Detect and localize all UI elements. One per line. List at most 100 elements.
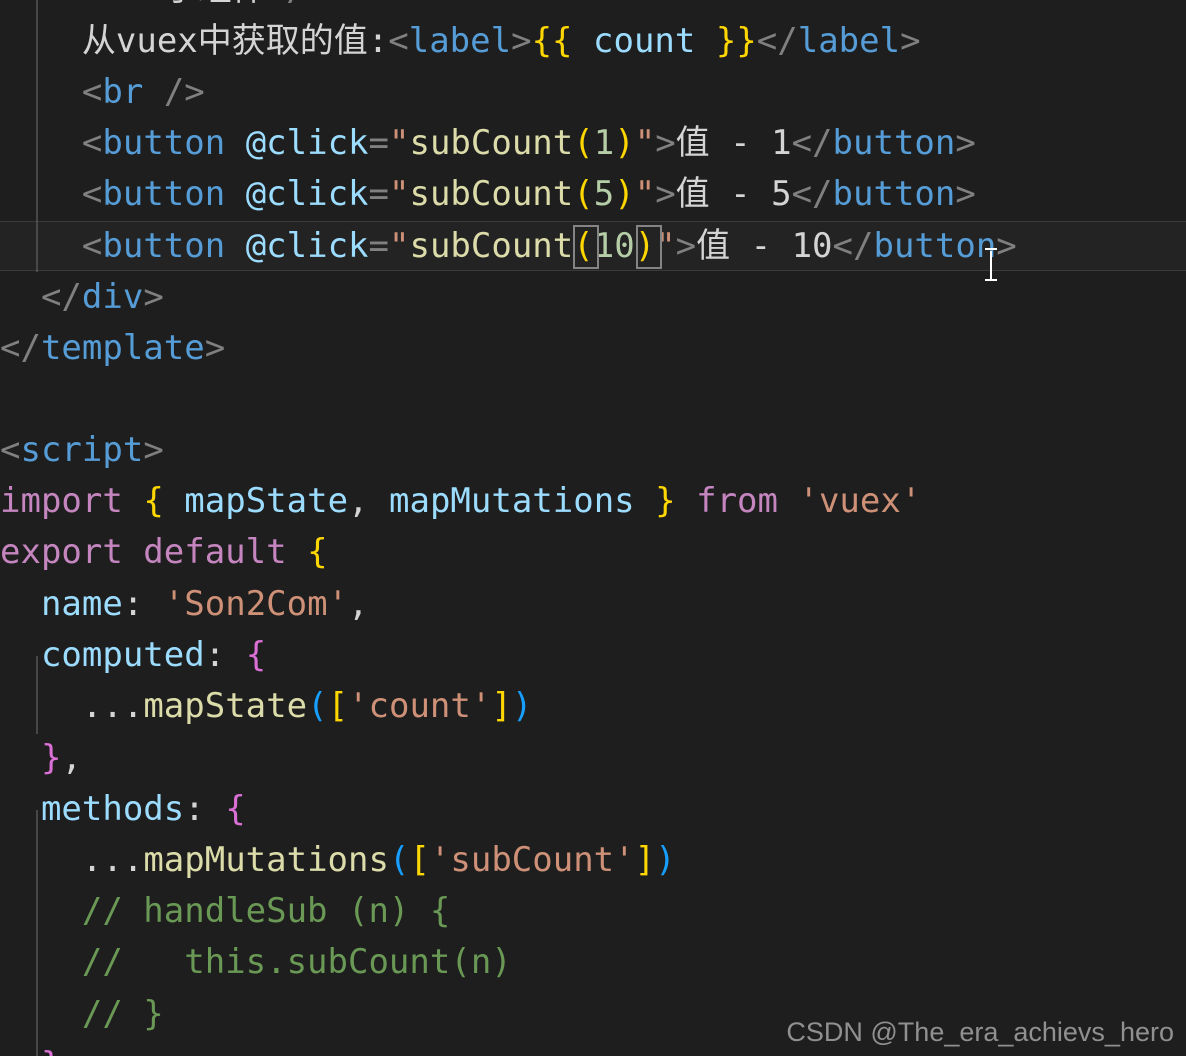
code-token: " <box>389 226 410 266</box>
line-close-computed[interactable]: }, <box>0 733 1186 784</box>
code-token: button <box>832 123 956 163</box>
code-token: button <box>102 123 226 163</box>
line-comment-handlesub[interactable]: // handleSub (n) { <box>0 886 1186 937</box>
code-token: </ <box>266 0 307 15</box>
code-token: < <box>82 0 102 15</box>
code-token: < <box>81 123 103 163</box>
code-token: button <box>102 174 226 214</box>
code-token: // this.subCount(n) <box>81 942 512 982</box>
code-token: 5 <box>771 174 792 214</box>
code-editor[interactable]: <h2>子组件</h2> 从vuex中获取的值:<label>{{ count … <box>0 0 1186 1056</box>
code-token: h2 <box>102 0 143 15</box>
line-name[interactable]: name: 'Son2Com', <box>0 579 1186 630</box>
line-br[interactable]: <br /> <box>0 67 1186 118</box>
code-token: button <box>873 226 997 266</box>
code-token: > <box>675 226 697 266</box>
line-button-5[interactable]: <button @click="subCount(5)">值 - 5</butt… <box>0 169 1186 220</box>
code-token: " <box>389 174 410 214</box>
line-button-1[interactable]: <button @click="subCount(1)">值 - 1</butt… <box>0 118 1186 169</box>
code-token: = <box>368 174 389 214</box>
line-from-vuex-label[interactable]: 从vuex中获取的值:<label>{{ count }}</label> <box>0 16 1186 67</box>
code-token: ) <box>634 226 656 266</box>
code-token: : <box>122 584 144 624</box>
code-token: 'count' <box>348 686 492 726</box>
code-token: mapState <box>184 481 349 521</box>
code-token: </ <box>791 123 833 163</box>
line-close-template[interactable]: </template> <box>0 323 1186 374</box>
code-token: methods <box>40 789 185 829</box>
code-token: > <box>143 430 164 470</box>
code-token: 值 - <box>675 123 772 163</box>
code-token: ( <box>388 840 410 880</box>
line-close-div[interactable]: </div> <box>0 272 1186 323</box>
code-token: mapMutations <box>143 840 389 880</box>
code-token: 'vuex' <box>798 481 922 521</box>
code-token: ... <box>81 840 144 880</box>
line-mapmutations[interactable]: ...mapMutations(['subCount']) <box>0 835 1186 886</box>
code-token: </ <box>832 226 874 266</box>
code-token: > <box>511 21 532 61</box>
code-token: subCount <box>409 226 574 266</box>
line-clipped-bottom[interactable]: } <box>0 1040 1186 1056</box>
line-export-default[interactable]: export default { <box>0 527 1186 578</box>
code-token: < <box>81 72 103 112</box>
code-token: 5 <box>593 174 615 214</box>
code-token: // } <box>81 994 164 1034</box>
code-token: subCount <box>409 123 574 163</box>
line-open-script[interactable]: <script> <box>0 425 1186 476</box>
line-computed[interactable]: computed: { <box>0 630 1186 681</box>
code-token: subCount <box>409 174 574 214</box>
code-content[interactable]: <h2>子组件</h2> 从vuex中获取的值:<label>{{ count … <box>0 0 1186 1056</box>
line-blank-1[interactable] <box>0 374 1186 425</box>
code-token: @click <box>245 174 369 214</box>
code-token: name <box>40 584 123 624</box>
code-token: > <box>348 0 368 15</box>
line-import[interactable]: import { mapState, mapMutations } from '… <box>0 476 1186 527</box>
line-comment-closebrace[interactable]: // } <box>0 989 1186 1040</box>
code-token: @click <box>245 226 369 266</box>
code-token: > <box>655 123 676 163</box>
code-token: = <box>368 226 389 266</box>
line-clipped-top[interactable]: <h2>子组件</h2> <box>0 0 1186 15</box>
code-token: </ <box>0 328 41 368</box>
code-token: 10 <box>791 226 833 266</box>
code-token: < <box>81 226 103 266</box>
line-button-10[interactable]: <button @click="subCount(10)">值 - 10</bu… <box>0 221 1186 272</box>
code-token: mapState <box>143 686 308 726</box>
code-token: </ <box>756 21 798 61</box>
line-mapstate[interactable]: ...mapState(['count']) <box>0 681 1186 732</box>
code-token: template <box>40 328 205 368</box>
code-token: } <box>41 1040 61 1056</box>
code-token: 子组件 <box>164 0 266 15</box>
code-token: ... <box>81 686 144 726</box>
code-token: 10 <box>593 226 635 266</box>
line-comment-thissubcount[interactable]: // this.subCount(n) <box>0 937 1186 988</box>
code-token: < <box>81 174 103 214</box>
code-token: > <box>143 0 163 15</box>
code-token: { <box>143 481 164 521</box>
code-token: br <box>102 72 144 112</box>
code-token: < <box>388 21 409 61</box>
code-token: < <box>0 430 21 470</box>
code-token: > <box>955 123 976 163</box>
code-token: label <box>408 21 512 61</box>
code-token: [ <box>409 840 430 880</box>
code-token: // handleSub (n) { <box>81 891 451 931</box>
code-token: 值 - <box>675 174 772 214</box>
code-token: h2 <box>307 0 348 15</box>
code-token: script <box>20 430 144 470</box>
line-methods[interactable]: methods: { <box>0 784 1186 835</box>
code-token: { <box>307 532 328 572</box>
